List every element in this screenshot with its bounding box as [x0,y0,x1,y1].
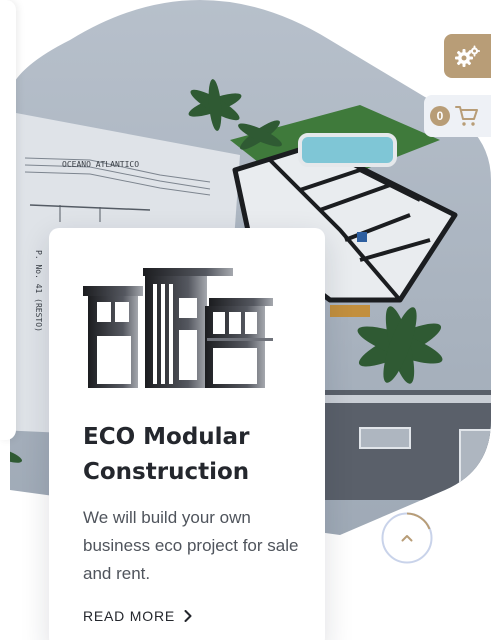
cart-count-badge: 0 [430,106,450,126]
chevron-right-icon [184,610,192,622]
plan-label: OCEANO ATLANTICO [62,160,139,169]
card-title: ECO Modular Construction [83,424,250,485]
cart-button[interactable]: 0 [424,95,491,137]
scroll-progress-ring [381,512,433,564]
modular-house-illustration [83,268,273,388]
plan-side-label: P. No. 41 (RESTO) [34,250,43,332]
read-more-link[interactable]: READ MORE [83,608,192,624]
previous-card-edge [0,0,16,440]
read-more-label: READ MORE [83,608,175,624]
cart-icon [455,105,479,127]
gears-icon [454,45,480,67]
service-card: ECO Modular Construction We will build y… [49,228,325,640]
scroll-to-top-button[interactable] [381,512,433,564]
card-description: We will build your own business eco proj… [83,508,299,583]
settings-button[interactable] [444,34,491,78]
